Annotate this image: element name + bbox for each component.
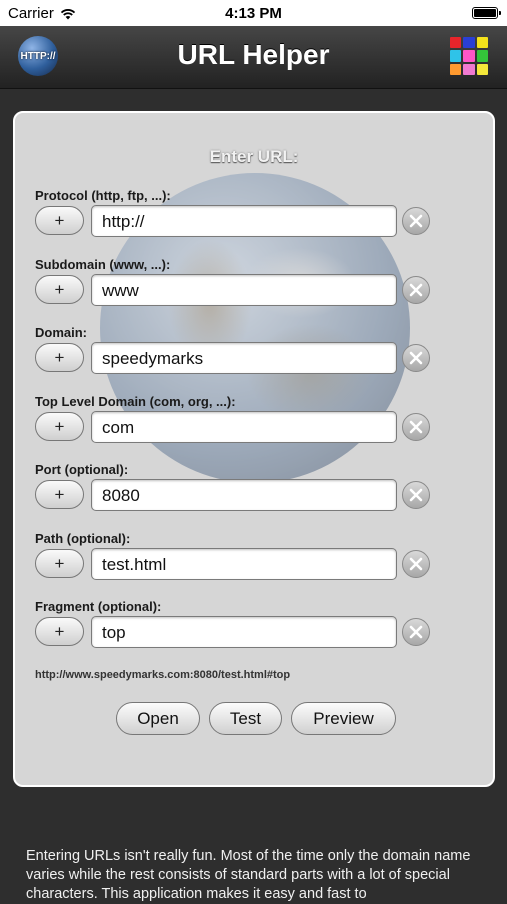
page-title: URL Helper bbox=[177, 39, 330, 70]
subdomain-clear-button[interactable] bbox=[402, 276, 430, 304]
fragment-field: Fragment (optional): + top bbox=[15, 599, 493, 659]
apps-icon-tile bbox=[463, 50, 475, 62]
domain-field: Domain: + speedymarks bbox=[15, 325, 493, 385]
clear-x-icon bbox=[409, 351, 423, 365]
apps-icon-tile bbox=[450, 63, 462, 75]
clear-x-icon bbox=[409, 283, 423, 297]
tld-field: Top Level Domain (com, org, ...): + com bbox=[15, 394, 493, 454]
path-label: Path (optional): bbox=[35, 531, 131, 546]
clear-x-icon bbox=[409, 625, 423, 639]
url-form-panel: Enter URL: Protocol (http, ftp, ...): + … bbox=[13, 111, 495, 787]
path-field: Path (optional): + test.html bbox=[15, 531, 493, 591]
battery-icon bbox=[472, 7, 501, 19]
fragment-input[interactable]: top bbox=[91, 616, 397, 648]
port-field: Port (optional): + 8080 bbox=[15, 462, 493, 522]
preview-button[interactable]: Preview bbox=[291, 702, 396, 735]
test-button[interactable]: Test bbox=[209, 702, 282, 735]
app-description: Entering URLs isn't really fun. Most of … bbox=[26, 848, 471, 902]
apps-icon-tile bbox=[450, 37, 462, 49]
more-apps-icon[interactable] bbox=[450, 37, 488, 75]
tld-input[interactable]: com bbox=[91, 411, 397, 443]
protocol-input[interactable]: http:// bbox=[91, 205, 397, 237]
path-input[interactable]: test.html bbox=[91, 548, 397, 580]
fragment-plus-button[interactable]: + bbox=[35, 617, 84, 646]
apps-icon-tile bbox=[463, 37, 475, 49]
fragment-clear-button[interactable] bbox=[402, 618, 430, 646]
domain-input[interactable]: speedymarks bbox=[91, 342, 397, 374]
status-bar: Carrier 4:13 PM bbox=[0, 0, 507, 26]
port-label: Port (optional): bbox=[35, 462, 129, 477]
navigation-bar: HTTP:// URL Helper bbox=[0, 26, 507, 89]
apps-icon-tile bbox=[476, 63, 488, 75]
subdomain-input[interactable]: www bbox=[91, 274, 397, 306]
fragment-label: Fragment (optional): bbox=[35, 599, 162, 614]
path-clear-button[interactable] bbox=[402, 550, 430, 578]
apps-icon-tile bbox=[476, 37, 488, 49]
protocol-field: Protocol (http, ftp, ...): + http:// bbox=[15, 188, 493, 248]
action-buttons: Open Test Preview bbox=[15, 702, 493, 736]
apps-icon-tile bbox=[450, 50, 462, 62]
apps-icon-tile bbox=[463, 63, 475, 75]
protocol-label: Protocol (http, ftp, ...): bbox=[35, 188, 171, 203]
clock: 4:13 PM bbox=[225, 5, 282, 22]
apps-icon-tile bbox=[476, 50, 488, 62]
domain-plus-button[interactable]: + bbox=[35, 343, 84, 372]
path-plus-button[interactable]: + bbox=[35, 549, 84, 578]
open-button[interactable]: Open bbox=[116, 702, 200, 735]
domain-clear-button[interactable] bbox=[402, 344, 430, 372]
tld-label: Top Level Domain (com, org, ...): bbox=[35, 394, 236, 409]
clear-x-icon bbox=[409, 214, 423, 228]
port-clear-button[interactable] bbox=[402, 481, 430, 509]
protocol-clear-button[interactable] bbox=[402, 207, 430, 235]
domain-label: Domain: bbox=[35, 325, 87, 340]
url-preview-text: http://www.speedymarks.com:8080/test.htm… bbox=[35, 669, 291, 681]
tld-clear-button[interactable] bbox=[402, 413, 430, 441]
subdomain-field: Subdomain (www, ...): + www bbox=[15, 257, 493, 317]
tld-plus-button[interactable]: + bbox=[35, 412, 84, 441]
form-title: Enter URL: bbox=[209, 147, 299, 166]
subdomain-plus-button[interactable]: + bbox=[35, 275, 84, 304]
clear-x-icon bbox=[409, 557, 423, 571]
clear-x-icon bbox=[409, 420, 423, 434]
protocol-plus-button[interactable]: + bbox=[35, 206, 84, 235]
port-plus-button[interactable]: + bbox=[35, 480, 84, 509]
clear-x-icon bbox=[409, 488, 423, 502]
subdomain-label: Subdomain (www, ...): bbox=[35, 257, 171, 272]
port-input[interactable]: 8080 bbox=[91, 479, 397, 511]
